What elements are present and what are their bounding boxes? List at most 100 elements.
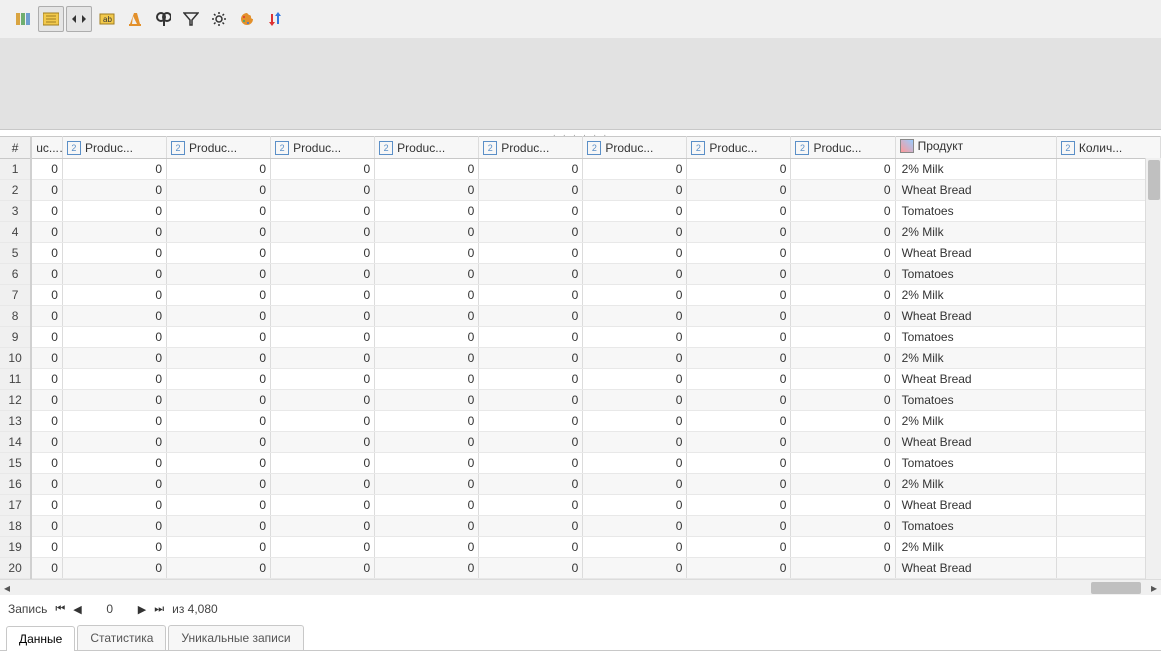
cell-c6[interactable]: 0 <box>583 495 687 516</box>
cell-c0[interactable]: 0 <box>31 432 62 453</box>
cell-c6[interactable]: 0 <box>583 390 687 411</box>
cell-c3[interactable]: 0 <box>271 243 375 264</box>
cell-c4[interactable]: 0 <box>375 432 479 453</box>
cell-c6[interactable]: 0 <box>583 558 687 579</box>
cell-c1[interactable]: 0 <box>62 411 166 432</box>
cell-c6[interactable]: 0 <box>583 453 687 474</box>
cell-c7[interactable]: 0 <box>687 327 791 348</box>
cell-c1[interactable]: 0 <box>62 453 166 474</box>
cell-c3[interactable]: 0 <box>271 264 375 285</box>
cell-c8[interactable]: 0 <box>791 390 895 411</box>
cell-c5[interactable]: 0 <box>479 369 583 390</box>
table-row[interactable]: 100000000002% Milk0 <box>0 348 1161 369</box>
scroll-left-icon[interactable]: ◂ <box>0 581 14 595</box>
cell-c0[interactable]: 0 <box>31 369 62 390</box>
cell-rownum[interactable]: 19 <box>0 537 31 558</box>
cell-c0[interactable]: 0 <box>31 558 62 579</box>
cell-product[interactable]: Wheat Bread <box>895 369 1056 390</box>
table-row[interactable]: 17000000000Wheat Bread0 <box>0 495 1161 516</box>
table-row[interactable]: 70000000002% Milk0 <box>0 285 1161 306</box>
cell-c2[interactable]: 0 <box>167 369 271 390</box>
cell-product[interactable]: 2% Milk <box>895 348 1056 369</box>
cell-c8[interactable]: 0 <box>791 243 895 264</box>
cell-rownum[interactable]: 7 <box>0 285 31 306</box>
cell-c4[interactable]: 0 <box>375 537 479 558</box>
table-row[interactable]: 12000000000Tomatoes0 <box>0 390 1161 411</box>
cell-c4[interactable]: 0 <box>375 369 479 390</box>
cell-c6[interactable]: 0 <box>583 411 687 432</box>
cell-c0[interactable]: 0 <box>31 201 62 222</box>
cell-c3[interactable]: 0 <box>271 285 375 306</box>
fitwidth-icon[interactable] <box>66 6 92 32</box>
table-row[interactable]: 3000000000Tomatoes0 <box>0 201 1161 222</box>
cell-c8[interactable]: 0 <box>791 516 895 537</box>
cell-c4[interactable]: 0 <box>375 285 479 306</box>
cell-c4[interactable]: 0 <box>375 306 479 327</box>
cell-c4[interactable]: 0 <box>375 348 479 369</box>
cell-c3[interactable]: 0 <box>271 474 375 495</box>
column-header-c3[interactable]: 2Produc... <box>271 137 375 159</box>
cell-product[interactable]: Wheat Bread <box>895 306 1056 327</box>
nav-last-button[interactable]: ⏭ <box>154 603 164 616</box>
cell-c7[interactable]: 0 <box>687 453 791 474</box>
cell-product[interactable]: 2% Milk <box>895 474 1056 495</box>
column-header-c8[interactable]: 2Produc... <box>791 137 895 159</box>
cell-c5[interactable]: 0 <box>479 201 583 222</box>
cell-c8[interactable]: 0 <box>791 201 895 222</box>
cell-product[interactable]: 2% Milk <box>895 411 1056 432</box>
palette-icon[interactable] <box>234 6 260 32</box>
cell-c7[interactable]: 0 <box>687 159 791 180</box>
cell-c7[interactable]: 0 <box>687 432 791 453</box>
column-header-c7[interactable]: 2Produc... <box>687 137 791 159</box>
cell-c1[interactable]: 0 <box>62 537 166 558</box>
cell-c7[interactable]: 0 <box>687 495 791 516</box>
cell-c7[interactable]: 0 <box>687 285 791 306</box>
cell-c7[interactable]: 0 <box>687 516 791 537</box>
cell-c6[interactable]: 0 <box>583 222 687 243</box>
cell-c6[interactable]: 0 <box>583 327 687 348</box>
table-row[interactable]: 18000000000Tomatoes0 <box>0 516 1161 537</box>
sort-icon[interactable] <box>262 6 288 32</box>
cell-c1[interactable]: 0 <box>62 432 166 453</box>
cell-c7[interactable]: 0 <box>687 348 791 369</box>
vertical-scrollbar[interactable] <box>1145 158 1161 579</box>
cell-c3[interactable]: 0 <box>271 495 375 516</box>
cell-product[interactable]: 2% Milk <box>895 285 1056 306</box>
cell-c2[interactable]: 0 <box>167 537 271 558</box>
cell-c0[interactable]: 0 <box>31 474 62 495</box>
cell-c5[interactable]: 0 <box>479 222 583 243</box>
column-header-c2[interactable]: 2Produc... <box>167 137 271 159</box>
cell-c7[interactable]: 0 <box>687 411 791 432</box>
table-row[interactable]: 8000000000Wheat Bread0 <box>0 306 1161 327</box>
cell-c5[interactable]: 0 <box>479 327 583 348</box>
cell-c4[interactable]: 0 <box>375 516 479 537</box>
horizontal-scroll-thumb[interactable] <box>1091 582 1141 594</box>
cell-product[interactable]: Tomatoes <box>895 201 1056 222</box>
cell-c2[interactable]: 0 <box>167 348 271 369</box>
cell-c3[interactable]: 0 <box>271 390 375 411</box>
textformat-icon[interactable]: ab <box>94 6 120 32</box>
cell-c0[interactable]: 0 <box>31 306 62 327</box>
tab-0[interactable]: Данные <box>6 626 75 651</box>
cell-c4[interactable]: 0 <box>375 411 479 432</box>
cell-c3[interactable]: 0 <box>271 201 375 222</box>
cell-rownum[interactable]: 2 <box>0 180 31 201</box>
cell-rownum[interactable]: 20 <box>0 558 31 579</box>
cell-c0[interactable]: 0 <box>31 180 62 201</box>
table-row[interactable]: 130000000002% Milk0 <box>0 411 1161 432</box>
cell-c1[interactable]: 0 <box>62 306 166 327</box>
cell-product[interactable]: 2% Milk <box>895 222 1056 243</box>
cell-c3[interactable]: 0 <box>271 516 375 537</box>
cell-c4[interactable]: 0 <box>375 201 479 222</box>
cell-c1[interactable]: 0 <box>62 474 166 495</box>
cell-product[interactable]: Tomatoes <box>895 453 1056 474</box>
cell-rownum[interactable]: 13 <box>0 411 31 432</box>
group-panel[interactable] <box>0 38 1161 130</box>
cell-rownum[interactable]: 8 <box>0 306 31 327</box>
cell-product[interactable]: Tomatoes <box>895 390 1056 411</box>
column-header-qty[interactable]: 2Колич... <box>1056 137 1160 159</box>
cell-c5[interactable]: 0 <box>479 180 583 201</box>
cell-rownum[interactable]: 17 <box>0 495 31 516</box>
cell-c6[interactable]: 0 <box>583 306 687 327</box>
autosize-icon[interactable] <box>38 6 64 32</box>
